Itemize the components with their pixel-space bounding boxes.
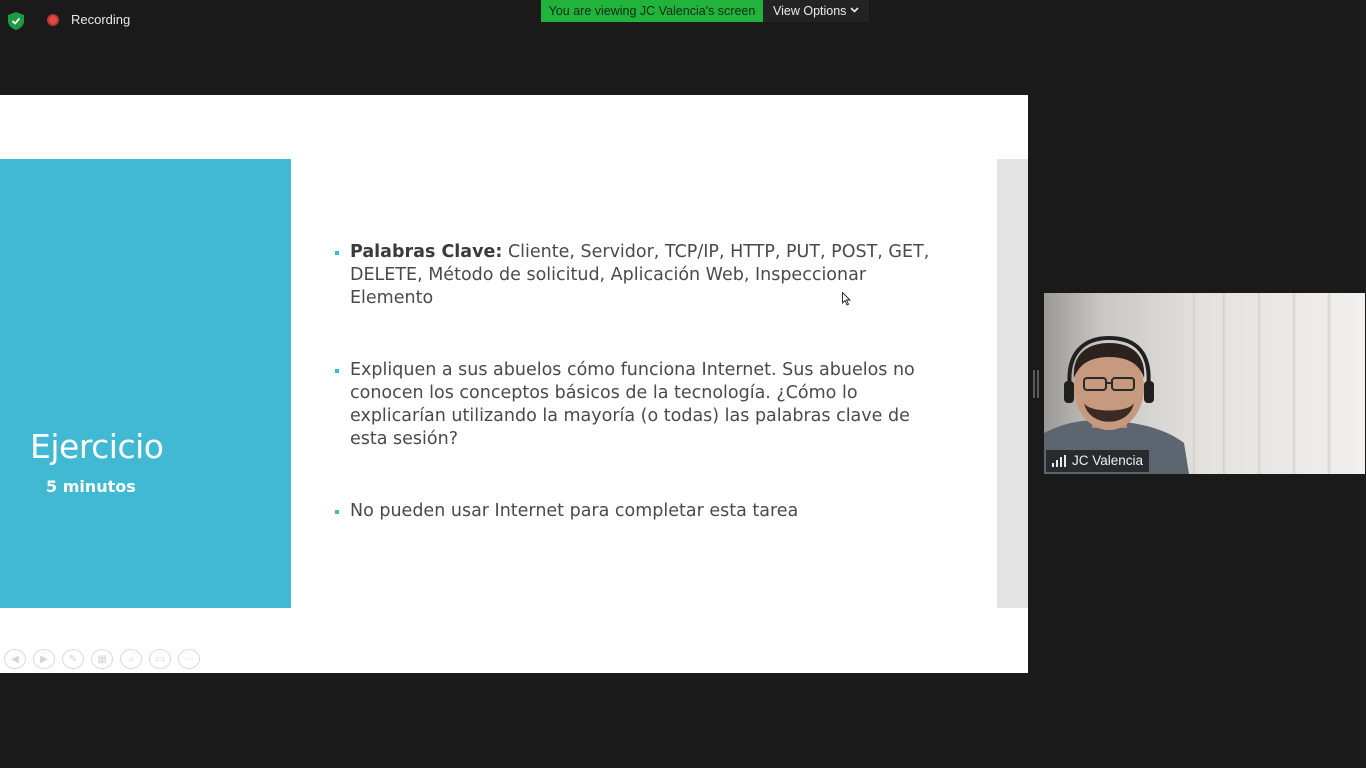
previous-slide-icon[interactable]: ◀	[4, 649, 26, 669]
participant-video-feed	[1044, 293, 1365, 474]
view-options-label: View Options	[773, 4, 847, 18]
participant-name-tag: JC Valencia	[1046, 450, 1150, 472]
participant-video[interactable]	[1044, 293, 1365, 474]
signal-strength-icon	[1052, 455, 1066, 467]
slide-subtitle: 5 minutos	[46, 477, 136, 496]
slide-bullet-list: Palabras Clave: Cliente, Servidor, TCP/I…	[335, 241, 935, 523]
slideshow-controls: ◀ ▶ ✎ ▦ ⌕ ▭ ⋯	[4, 649, 200, 669]
next-slide-icon[interactable]: ▶	[33, 649, 55, 669]
zoom-icon[interactable]: ⌕	[120, 649, 142, 669]
subtitles-icon[interactable]: ▭	[149, 649, 171, 669]
bullet-instructions-text: Expliquen a sus abuelos cómo funciona In…	[350, 360, 915, 449]
participant-name: JC Valencia	[1072, 453, 1144, 468]
bullet-restriction-text: No pueden usar Internet para completar e…	[350, 501, 799, 521]
screen-share-banner: You are viewing JC Valencia's screen	[541, 0, 763, 22]
bullet-keywords-label: Palabras Clave:	[350, 242, 503, 262]
view-options-button[interactable]: View Options	[763, 0, 869, 22]
shared-screen: Ejercicio 5 minutos Palabras Clave: Clie…	[0, 95, 1028, 673]
pen-icon[interactable]: ✎	[62, 649, 84, 669]
slide-edge-bar	[997, 159, 1028, 608]
slide-title-panel: Ejercicio 5 minutos	[0, 159, 291, 608]
recording-label: Recording	[71, 12, 131, 27]
more-options-icon[interactable]: ⋯	[178, 649, 200, 669]
panel-resize-handle[interactable]	[1033, 370, 1039, 398]
see-all-slides-icon[interactable]: ▦	[91, 649, 113, 669]
security-shield-icon[interactable]	[8, 12, 24, 30]
mouse-pointer-icon	[842, 292, 851, 306]
bullet-instructions: Expliquen a sus abuelos cómo funciona In…	[335, 359, 935, 451]
bullet-restriction: No pueden usar Internet para completar e…	[335, 500, 935, 523]
recording-indicator-icon	[47, 14, 59, 26]
slide-title: Ejercicio	[30, 427, 164, 466]
chevron-down-icon	[850, 7, 859, 13]
